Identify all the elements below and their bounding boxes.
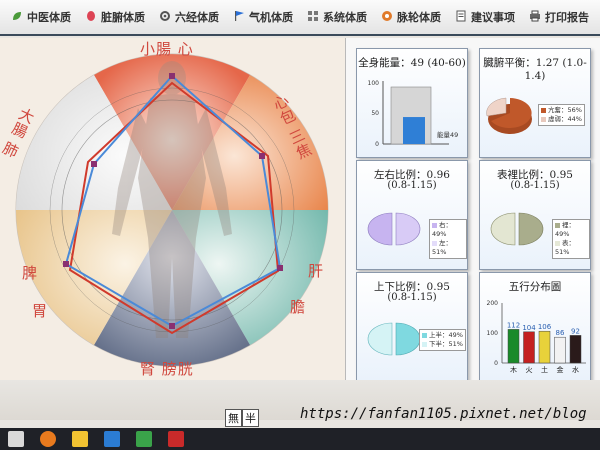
tab-8[interactable]: 打印报告	[529, 9, 589, 25]
legend-item: 亢奮：56%	[548, 106, 582, 114]
left-right-panel: 左右比例：0.96 (0.8-1.15) 右：49% 左：51%	[356, 160, 468, 270]
tab-3[interactable]: 六经体质	[159, 9, 219, 25]
label-spleen: 脾	[22, 264, 39, 282]
five-axis-min: 0	[494, 360, 498, 367]
cortana-icon[interactable]	[8, 431, 24, 447]
label-gallbladder: 膽	[290, 298, 307, 316]
energy-axis-max: 100	[368, 80, 380, 87]
five-elements-chart: 200 100 0 112 木 104 火 106 土 86 金 92 水	[487, 300, 586, 374]
tab-label: 脏腑体质	[101, 11, 145, 24]
tab-label: 中医体质	[27, 11, 71, 24]
watermark-text: https://fanfan1105.pixnet.net/blog	[300, 406, 587, 422]
flag-icon	[233, 10, 245, 25]
upper-lower-pie	[367, 322, 421, 356]
tab-label: 六经体质	[175, 11, 219, 24]
five-element-value-label: 112	[507, 321, 520, 329]
printer-icon	[529, 10, 541, 25]
app-icon[interactable]	[136, 431, 152, 447]
file-explorer-icon[interactable]	[72, 431, 88, 447]
five-element-bar	[569, 335, 582, 364]
windows-taskbar	[0, 428, 600, 450]
exterior-interior-panel: 表裡比例：0.95 (0.8-1.15) 裡：49% 表：51%	[479, 160, 591, 270]
label-liver: 肝	[308, 262, 325, 280]
leaf-icon	[11, 10, 23, 25]
energy-bar	[403, 117, 425, 144]
five-element-bar	[554, 336, 566, 364]
app-icon-active[interactable]	[168, 431, 184, 447]
tab-label: 系统体质	[323, 11, 367, 24]
five-element-bar	[523, 331, 535, 364]
total-energy-chart: 100 50 0 能量49	[368, 80, 459, 148]
meridian-radar-chart	[15, 53, 329, 367]
left-right-legend: 右：49% 左：51%	[429, 219, 467, 259]
five-element-bar	[538, 330, 551, 364]
legend-item: 下半：51%	[429, 340, 463, 348]
organ-balance-panel: 臓腑平衡：1.27 (1.0-1.4) 亢奮：56% 虛弱：44%	[479, 48, 591, 158]
energy-bar-label: 能量49	[437, 130, 458, 139]
tab-label: 建议事项	[471, 11, 515, 24]
upper-lower-legend: 上半：49% 下半：51%	[419, 329, 466, 351]
organ-icon	[85, 10, 97, 25]
upper-lower-panel: 上下比例：0.95 (0.8-1.15) 上半：49% 下半：51%	[356, 272, 468, 382]
tab-label: 打印报告	[545, 11, 589, 24]
energy-axis-mid: 50	[371, 110, 379, 117]
firefox-icon[interactable]	[40, 431, 56, 447]
five-element-category-label: 火	[526, 366, 533, 374]
label-kidney-bladder: 腎 膀胱	[140, 360, 194, 378]
wheel-icon	[381, 10, 393, 25]
tab-1[interactable]: 中医体质	[11, 9, 71, 25]
five-element-category-label: 土	[541, 365, 548, 374]
analysis-panels: 全身能量：49 (40-60) 100 50 0 能量49 臓腑平衡：1.27 …	[345, 38, 600, 382]
tab-6[interactable]: 脉轮体质	[381, 9, 441, 25]
five-axis-mid: 100	[487, 330, 499, 337]
status-box-2: 半	[242, 409, 259, 427]
tab-2[interactable]: 脏腑体质	[85, 9, 145, 25]
five-element-value-label: 86	[556, 329, 565, 337]
exterior-interior-legend: 裡：49% 表：51%	[552, 219, 590, 259]
tab-5[interactable]: 系统体质	[307, 9, 367, 25]
five-axis-max: 200	[487, 300, 499, 307]
label-small-intestine-heart: 小腸 心	[140, 40, 194, 58]
status-box-1: 無	[225, 409, 242, 427]
energy-axis-min: 0	[375, 141, 379, 148]
tab-7[interactable]: 建议事项	[455, 9, 515, 25]
edge-icon[interactable]	[104, 431, 120, 447]
total-energy-panel: 全身能量：49 (40-60) 100 50 0 能量49	[356, 48, 468, 158]
status-boxes: 無 半	[225, 409, 259, 427]
five-element-value-label: 92	[571, 327, 580, 335]
grid-icon	[307, 10, 319, 25]
tab-label: 脉轮体质	[397, 11, 441, 24]
gear-icon	[159, 10, 171, 25]
five-element-value-label: 104	[522, 324, 536, 332]
meridian-radar-panel: 小腸 心 心包 三焦 肝 膽 腎 膀胱 大腸 肺 脾 胃	[0, 38, 345, 380]
five-element-bar	[507, 329, 520, 364]
tab-4[interactable]: 气机体质	[233, 9, 293, 25]
five-element-category-label: 水	[572, 365, 579, 374]
top-toolbar: 中医体质 脏腑体质 六经体质 气机体质 系统体质 脉轮体质 建议事项 打印报告	[0, 0, 600, 36]
five-elements-panel: 五行分布圖 200 100 0 112 木 104 火 106 土 86 金 92 水	[479, 272, 591, 382]
tab-label: 气机体质	[249, 11, 293, 24]
legend-item: 上半：49%	[429, 331, 463, 339]
organ-balance-legend: 亢奮：56% 虛弱：44%	[538, 104, 585, 126]
five-element-value-label: 106	[538, 323, 552, 331]
label-stomach: 胃	[32, 302, 49, 320]
five-element-category-label: 木	[510, 365, 517, 374]
legend-item: 虛弱：44%	[548, 115, 582, 123]
five-element-category-label: 金	[557, 365, 564, 374]
note-icon	[455, 10, 467, 25]
